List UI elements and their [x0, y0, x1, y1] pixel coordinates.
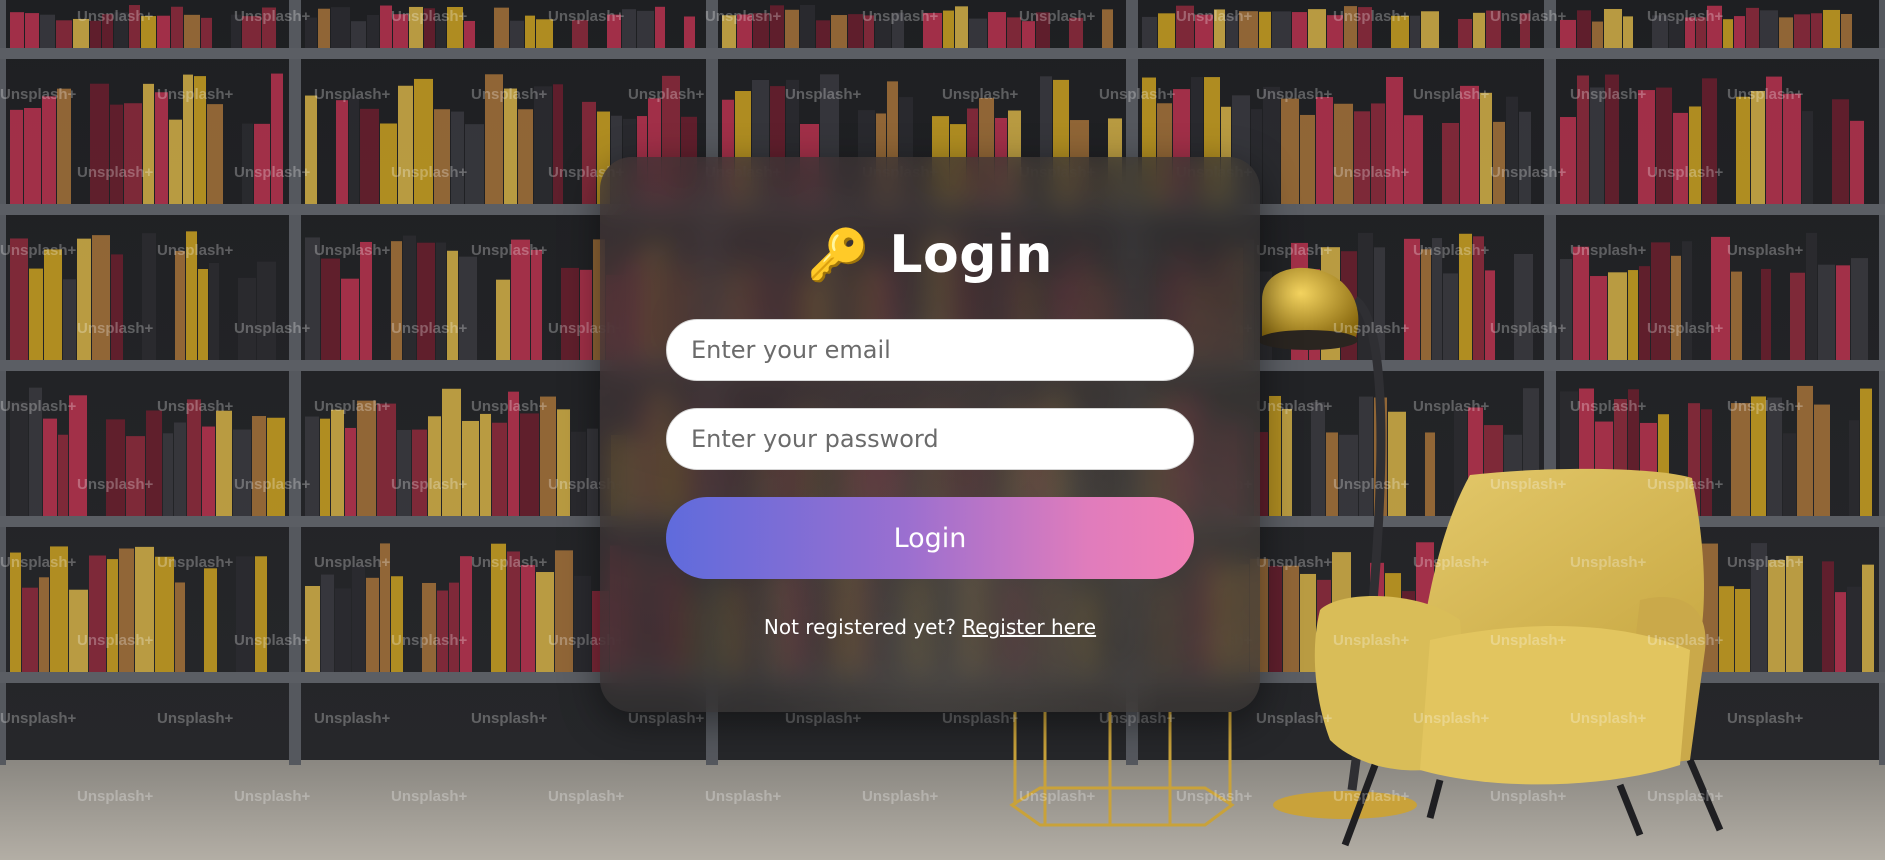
register-link[interactable]: Register here: [962, 615, 1096, 639]
email-field[interactable]: [666, 319, 1194, 381]
page-title: Login: [889, 225, 1053, 285]
password-field[interactable]: [666, 408, 1194, 470]
login-button[interactable]: Login: [666, 497, 1194, 579]
register-prompt: Not registered yet? Register here: [600, 615, 1260, 639]
login-card: 🔑 Login Login Not registered yet? Regist…: [600, 157, 1260, 712]
register-prompt-text: Not registered yet?: [763, 615, 956, 639]
key-icon: 🔑: [807, 226, 870, 284]
login-header: 🔑 Login: [600, 225, 1260, 285]
